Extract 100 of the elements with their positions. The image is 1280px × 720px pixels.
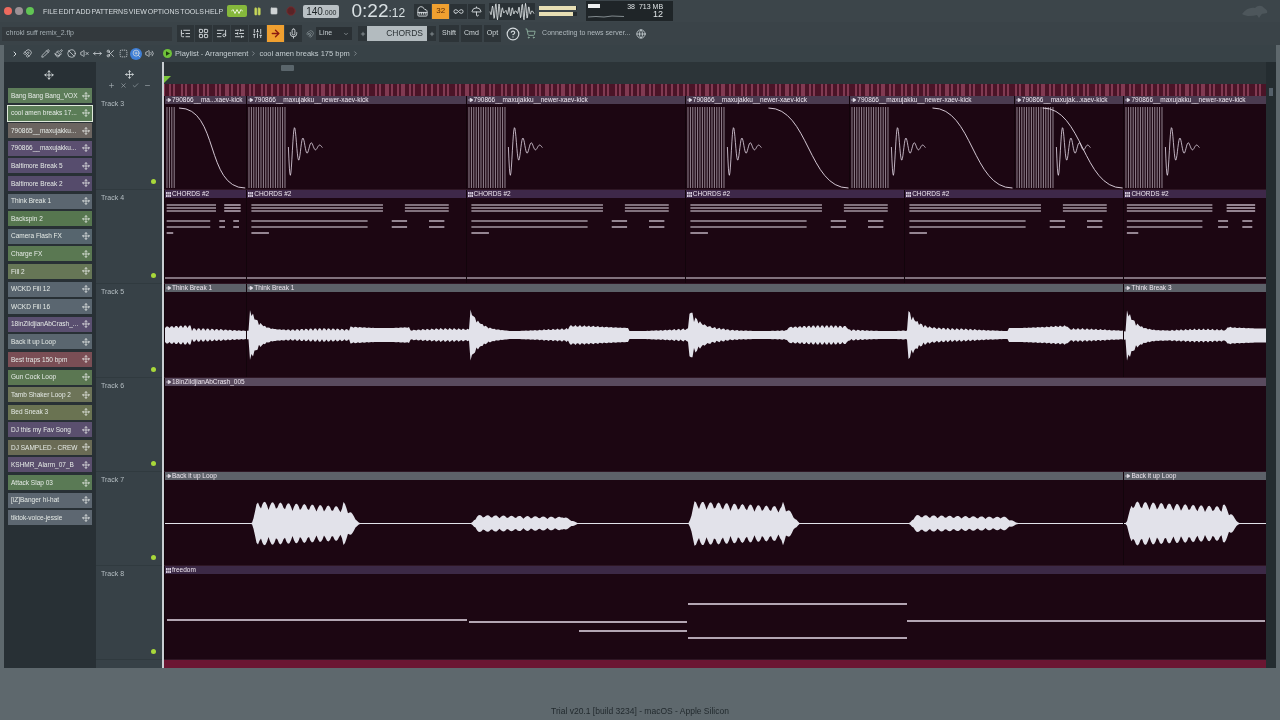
arrow-icon [851,98,857,102]
pattern-button[interactable] [427,26,436,41]
horizontal-arrows-icon [92,49,102,58]
toolbar-button[interactable] [213,25,230,42]
arrow-icon [467,98,473,102]
arrow-icon [248,286,254,290]
drag-handle-icon [82,232,90,241]
toolbar-button[interactable] [195,25,212,42]
drag-handle-icon [82,443,90,452]
sliders-icon [234,28,245,39]
plus-icon [107,81,115,89]
grid-icon [198,28,209,39]
ban-icon [66,49,76,58]
pattern-icon [248,191,254,197]
drag-handle-icon [82,478,90,487]
magnet-icon [306,29,314,38]
arrow-icon [1125,286,1131,290]
toolbar-button[interactable] [267,25,284,42]
drag-handle-icon [82,144,90,153]
arrow-icon [166,98,171,102]
drag-handle-icon [82,91,90,100]
dashed-square-icon [118,49,128,58]
tool-button[interactable] [117,47,129,60]
chevron-right-icon [11,49,19,58]
playlist-icon [163,49,172,58]
drag-handle-icon [82,109,90,118]
toolbar-button[interactable] [231,25,248,42]
scrollbar-thumb[interactable] [1269,88,1273,96]
drag-handle-icon [82,267,90,276]
toolbar-button[interactable] [249,25,266,42]
arrow-icon [1125,474,1131,478]
tool-button[interactable] [104,47,116,60]
scrollbar-thumb[interactable] [281,65,294,71]
drag-handle-icon [82,337,90,346]
tool-button[interactable] [52,47,64,60]
drag-handle-icon [82,390,90,399]
music-list-icon [216,28,227,39]
tool-button[interactable] [78,47,90,60]
drag-handle-icon [82,408,90,417]
cart-icon [525,28,537,39]
speaker-icon [144,49,154,58]
arrow-icon [248,98,254,102]
arrow-icon [166,286,171,290]
microphone-icon [288,28,299,39]
toolbar-button[interactable] [285,25,302,42]
drag-handle-icon [82,513,90,522]
zoom-button[interactable] [26,7,34,15]
song-time: 0:22 [351,1,389,21]
arrow-icon [1015,98,1021,102]
plus-icon [359,30,366,37]
umbrella-icon [471,5,483,17]
close-icon [119,81,127,89]
pencil-icon [40,49,50,58]
toolbar-button[interactable] [414,3,432,19]
zoom-icon [131,49,141,58]
pattern-icon [906,191,912,197]
drag-handle-icon [82,302,90,311]
tool-button[interactable] [65,47,77,60]
tool-button[interactable] [143,47,155,60]
move-icon [44,70,54,80]
stop-icon [270,7,279,15]
arrow-icon [1125,98,1131,102]
tree-icon [180,28,191,39]
drag-handle-icon [82,460,90,469]
mute-icon [79,49,89,58]
step-button[interactable]: 32 [432,3,450,19]
pattern-icon [686,191,692,197]
move-icon [124,69,134,79]
record-icon [286,6,297,16]
drag-handle-icon [82,126,90,135]
drag-handle-icon [82,425,90,434]
tool-button[interactable] [130,47,142,60]
paintbrush-icon [53,49,63,58]
mixer-icon [252,28,263,39]
song-mode-toggle[interactable] [227,5,248,17]
pattern-icon [166,567,171,573]
help-icon [506,26,521,41]
magnet-icon [23,49,32,58]
drag-handle-icon [82,179,90,188]
arrow-icon [166,474,171,478]
drag-handle-icon [82,320,90,329]
chevron-right-icon [351,50,359,57]
globe-icon [636,28,647,39]
tool-button[interactable] [39,47,51,60]
toolbar-button[interactable] [450,3,468,19]
minimize-button[interactable] [15,7,23,15]
drag-handle-icon [82,285,90,294]
toolbar-button[interactable] [177,25,194,42]
toolbar-button[interactable] [468,3,486,19]
pattern-selector[interactable]: CHORDS [367,26,427,41]
piano-icon [417,5,429,17]
pattern-button[interactable] [358,26,367,41]
pattern-icon [1125,191,1131,197]
drag-handle-icon [82,496,90,505]
check-icon [131,81,139,89]
polyphony-reading: 12 [653,10,664,19]
pause-icon [252,6,262,16]
chevron-right-icon [250,50,258,57]
close-button[interactable] [4,7,12,15]
cpu-graph-drawing [588,3,625,19]
